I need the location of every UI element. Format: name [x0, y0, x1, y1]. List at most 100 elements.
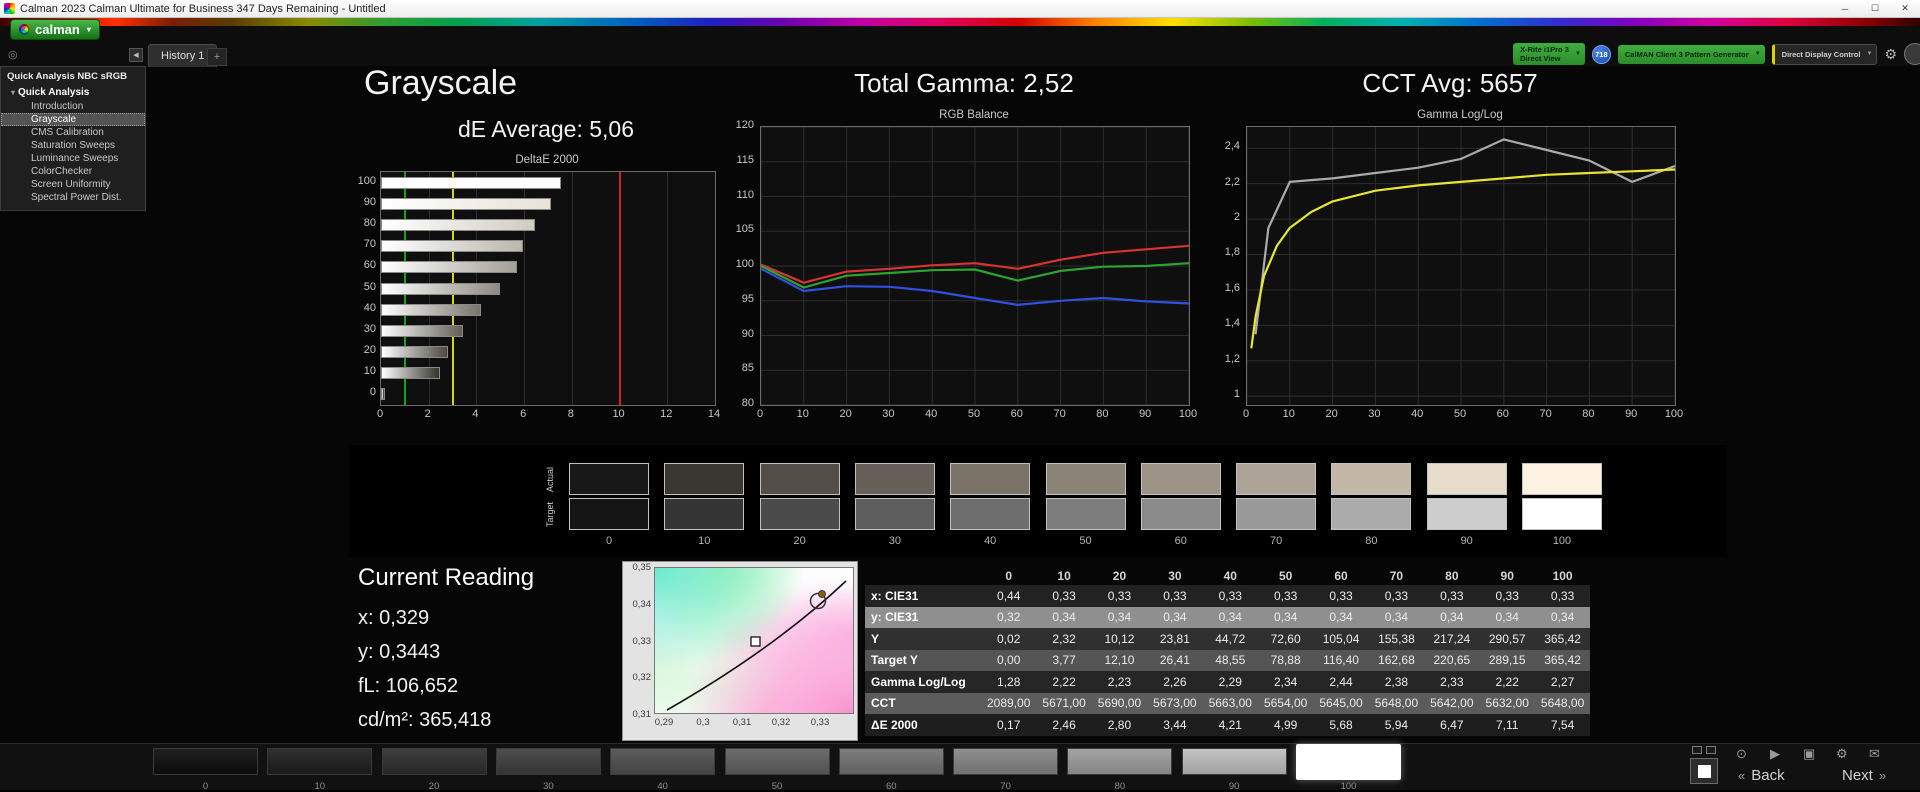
- save-icon[interactable]: ▣: [1803, 746, 1815, 762]
- close-button[interactable]: ✕: [1890, 0, 1920, 17]
- sidebar-item-spectral-power-dist[interactable]: Spectral Power Dist.: [1, 191, 145, 204]
- target-swatch-50: [1046, 498, 1126, 530]
- back-chevron-icon: «: [1738, 768, 1745, 783]
- level-patch-10[interactable]: [267, 748, 372, 775]
- table-cell: 0,33: [1424, 589, 1479, 603]
- gamma-plot-x-tick: 100: [1662, 408, 1686, 420]
- level-patch-80[interactable]: [1067, 748, 1172, 775]
- play-icon[interactable]: ▶: [1770, 746, 1780, 762]
- display-control-selector[interactable]: Direct Display Control ▼: [1772, 44, 1878, 65]
- target-swatch-20: [760, 498, 840, 530]
- bottom-bar: 0102030405060708090100 ⊙ ▶ ▣ ⚙ ✉ « Back …: [0, 743, 1920, 790]
- table-cell: 5673,00: [1147, 696, 1202, 710]
- mail-icon[interactable]: ✉: [1869, 746, 1880, 762]
- table-cell: 2,44: [1313, 675, 1368, 689]
- rgb-plot-x-tick: 20: [834, 408, 858, 420]
- swatch-level-label: 50: [1046, 535, 1126, 547]
- deltae-x-tick: 4: [463, 408, 487, 420]
- level-patch-70[interactable]: [953, 748, 1058, 775]
- table-cell: 2,46: [1036, 718, 1091, 732]
- swatch-level-label: 60: [1141, 535, 1221, 547]
- row-label: x: CIE31: [865, 589, 981, 603]
- sidebar-root-node[interactable]: ▾Quick Analysis: [1, 86, 145, 100]
- maximize-button[interactable]: ☐: [1860, 0, 1890, 17]
- level-patch-20[interactable]: [382, 748, 487, 775]
- deltae-x-tick: 0: [368, 408, 392, 420]
- rgb-balance-chart: RGB Balance 12011511010510095908580 0102…: [724, 108, 1204, 424]
- expander-icon: ▾: [11, 88, 15, 97]
- chevron-down-icon: ▾: [87, 25, 91, 34]
- target-swatch-70: [1236, 498, 1316, 530]
- pattern-generator-selector[interactable]: CalMAN Client 3 Pattern Generator ▼: [1618, 45, 1765, 64]
- gamma-plot-x-tick: 90: [1619, 408, 1643, 420]
- results-table: 0102030405060708090100x: CIE310,440,330,…: [865, 567, 1590, 736]
- table-cell: 5648,00: [1369, 696, 1424, 710]
- page-title: Grayscale: [364, 64, 517, 103]
- cie-x-tick: 0,3: [689, 717, 717, 728]
- meter-status-badge[interactable]: 718: [1592, 45, 1611, 64]
- table-cell: 0,34: [1036, 610, 1091, 624]
- swatch-level-label: 30: [855, 535, 935, 547]
- level-patch-30[interactable]: [496, 748, 601, 775]
- rgb-plot-x-tick: 100: [1176, 408, 1200, 420]
- table-cell: 0,33: [1036, 589, 1091, 603]
- gamma-plot-x-tick: 10: [1277, 408, 1301, 420]
- sidebar-item-screen-uniformity[interactable]: Screen Uniformity: [1, 178, 145, 191]
- table-cell: 0,34: [1369, 610, 1424, 624]
- power-icon[interactable]: ⊙: [1736, 746, 1747, 762]
- table-cell: 7,11: [1480, 718, 1535, 732]
- calman-menu-button[interactable]: calman ▾: [10, 19, 100, 40]
- table-cell: 78,88: [1258, 653, 1313, 667]
- level-patch-90[interactable]: [1182, 748, 1287, 775]
- actual-swatch-40: [950, 463, 1030, 495]
- level-patch-60[interactable]: [839, 748, 944, 775]
- table-cell: 0,02: [981, 632, 1036, 646]
- level-patch-100[interactable]: [1296, 744, 1401, 780]
- sidebar-item-luminance-sweeps[interactable]: Luminance Sweeps: [1, 152, 145, 165]
- window-layout-icon[interactable]: [1706, 746, 1716, 754]
- table-cell: 0,44: [981, 589, 1036, 603]
- table-row-y-cie31: y: CIE310,320,340,340,340,340,340,340,34…: [865, 607, 1590, 629]
- sidebar-tree: IntroductionGrayscaleCMS CalibrationSatu…: [1, 100, 145, 204]
- minimize-button[interactable]: ─: [1830, 0, 1860, 17]
- level-patch-40[interactable]: [610, 748, 715, 775]
- spectrum-strip: [0, 18, 1920, 26]
- table-cell: 0,33: [1313, 589, 1368, 603]
- pin-icon[interactable]: ◎: [8, 48, 18, 61]
- target-swatch-60: [1141, 498, 1221, 530]
- sidebar-item-introduction[interactable]: Introduction: [1, 100, 145, 113]
- actual-swatch-10: [664, 463, 744, 495]
- table-cell: 5632,00: [1480, 696, 1535, 710]
- column-header-80: 80: [1424, 569, 1479, 583]
- table-cell: 0,33: [1369, 589, 1424, 603]
- actual-swatch-0: [569, 463, 649, 495]
- deltae-x-tick: 8: [559, 408, 583, 420]
- deltae-x-tick: 10: [607, 408, 631, 420]
- single-view-toggle[interactable]: [1690, 758, 1718, 784]
- next-label: Next: [1842, 767, 1873, 784]
- sidebar-collapse-button[interactable]: ◀: [129, 48, 143, 62]
- window-layout-icon[interactable]: [1692, 746, 1702, 754]
- gear-icon[interactable]: ⚙: [1836, 746, 1848, 762]
- gamma-xlabels: 0102030405060708090100: [1210, 108, 1690, 424]
- actual-swatch-70: [1236, 463, 1316, 495]
- deltae-xlabels: 02468101214: [346, 152, 726, 427]
- sidebar-item-colorchecker[interactable]: ColorChecker: [1, 165, 145, 178]
- back-button[interactable]: « Back: [1738, 767, 1785, 784]
- rgb-plot-x-tick: 0: [748, 408, 772, 420]
- table-cell: 4,99: [1258, 718, 1313, 732]
- table-cell: 2,38: [1369, 675, 1424, 689]
- session-icon[interactable]: [1904, 43, 1920, 65]
- sidebar-item-cms-calibration[interactable]: CMS Calibration: [1, 126, 145, 139]
- sidebar-item-saturation-sweeps[interactable]: Saturation Sweeps: [1, 139, 145, 152]
- next-button[interactable]: Next »: [1842, 767, 1886, 784]
- chevron-down-icon: ▼: [1575, 51, 1581, 57]
- sidebar-item-grayscale[interactable]: Grayscale: [1, 113, 145, 126]
- level-patch-50[interactable]: [725, 748, 830, 775]
- table-cell: 0,33: [1147, 589, 1202, 603]
- level-patch-0[interactable]: [153, 748, 258, 775]
- gear-icon[interactable]: ⚙: [1884, 46, 1897, 63]
- meter-selector[interactable]: X-Rite i1Pro 3 Direct View ▼: [1513, 43, 1585, 65]
- add-tab-button[interactable]: +: [207, 48, 227, 66]
- deltae-x-tick: 6: [511, 408, 535, 420]
